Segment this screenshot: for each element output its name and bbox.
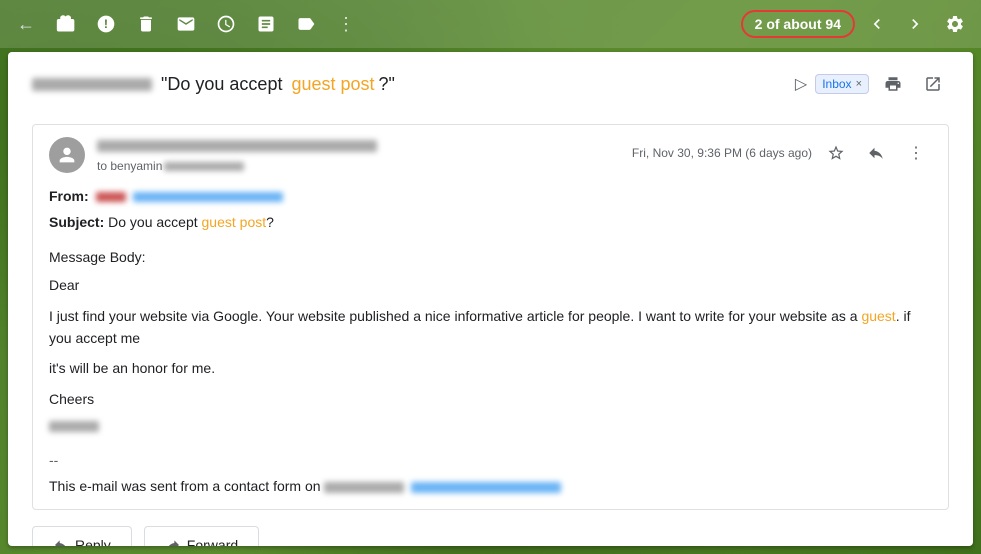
guest-word-link[interactable]: guest — [861, 308, 895, 324]
body-paragraph: I just find your website via Google. You… — [49, 305, 932, 350]
site-name-blur1 — [324, 482, 404, 493]
email-message: to benyamin Fri, Nov 30, 9:36 PM (6 days… — [32, 124, 949, 510]
subject-static-label: Subject: — [49, 214, 104, 230]
from-line: From: — [49, 185, 932, 207]
subject-quote-open: "Do you accept — [156, 74, 287, 95]
email-separator: -- — [49, 449, 932, 471]
from-blur2 — [133, 192, 283, 202]
archive-button[interactable] — [48, 6, 84, 42]
email-date: Fri, Nov 30, 9:36 PM (6 days ago) — [632, 146, 812, 160]
contact-form-line: This e-mail was sent from a contact form… — [49, 475, 932, 497]
name-blur — [49, 421, 99, 432]
email-body: From: Subject: Do you accept guest post?… — [49, 185, 932, 497]
signature-blur — [49, 414, 932, 436]
prev-email-button[interactable] — [859, 6, 895, 42]
subject-actions — [877, 68, 949, 100]
from-blur1 — [96, 192, 126, 202]
email-meta-right: Fri, Nov 30, 9:36 PM (6 days ago) ⋮ — [632, 137, 932, 169]
forward-label: Forward — [187, 537, 238, 546]
toolbar: ← ! ⋮ 2 of about 94 — [0, 0, 981, 48]
settings-button[interactable] — [937, 6, 973, 42]
cheers-line: Cheers — [49, 388, 932, 410]
reply-small-button[interactable] — [860, 137, 892, 169]
svg-text:!: ! — [104, 18, 108, 31]
delete-button[interactable] — [128, 6, 164, 42]
forward-icon: ▷ — [795, 74, 807, 94]
forward-button[interactable]: Forward — [144, 526, 259, 546]
next-email-button[interactable] — [897, 6, 933, 42]
star-button[interactable] — [820, 137, 852, 169]
inbox-label: Inbox — [822, 77, 851, 91]
reply-button[interactable]: Reply — [32, 526, 132, 546]
reply-label: Reply — [75, 537, 111, 546]
sender-avatar — [49, 137, 85, 173]
subject-guest-link[interactable]: guest post — [291, 74, 374, 95]
mail-button[interactable] — [168, 6, 204, 42]
email-header: to benyamin Fri, Nov 30, 9:36 PM (6 days… — [49, 137, 932, 173]
label-button[interactable] — [288, 6, 324, 42]
subject-line: Subject: Do you accept guest post? — [49, 211, 932, 233]
from-label: From: — [49, 188, 89, 204]
to-address-blur — [164, 162, 244, 171]
body-line2: it's will be an honor for me. — [49, 357, 932, 379]
sender-info: to benyamin — [97, 137, 632, 173]
subject-guest-link2[interactable]: guest post — [202, 214, 267, 230]
subject-quote-close: ?" — [379, 74, 395, 95]
subject-blur-prefix — [32, 78, 152, 91]
sender-name-blur — [97, 140, 377, 152]
to-line: to benyamin — [97, 159, 632, 173]
navigation-buttons — [859, 6, 933, 42]
snooze-button[interactable] — [208, 6, 244, 42]
email-subject-bar: "Do you accept guest post ?" ▷ Inbox × — [32, 68, 949, 108]
print-button[interactable] — [877, 68, 909, 100]
site-name-blur2 — [411, 482, 561, 493]
inbox-badge: Inbox × — [815, 74, 869, 94]
dear-line: Dear — [49, 274, 932, 296]
add-to-tasks-button[interactable] — [248, 6, 284, 42]
more-button[interactable]: ⋮ — [328, 6, 364, 42]
action-bar: Reply Forward — [32, 526, 949, 546]
email-counter: 2 of about 94 — [741, 10, 855, 38]
inbox-badge-close[interactable]: × — [856, 78, 862, 90]
email-content-area: "Do you accept guest post ?" ▷ Inbox × — [8, 52, 973, 546]
spam-button[interactable]: ! — [88, 6, 124, 42]
open-in-new-button[interactable] — [917, 68, 949, 100]
back-button[interactable]: ← — [8, 6, 44, 42]
message-body-label: Message Body: — [49, 246, 932, 268]
more-options-button[interactable]: ⋮ — [900, 137, 932, 169]
app-container: ← ! ⋮ 2 of about 94 — [0, 0, 981, 554]
email-subject: "Do you accept guest post ?" — [32, 74, 787, 95]
